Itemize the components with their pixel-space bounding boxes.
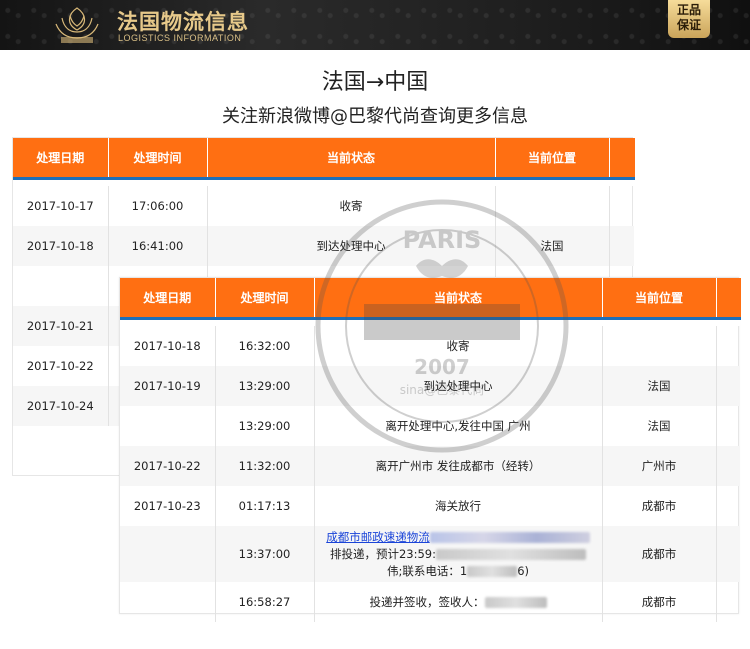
- row-date: 2017-10-24: [13, 386, 109, 426]
- row-status: 到达处理中心: [207, 226, 496, 266]
- col-status-header: 当前状态: [314, 278, 603, 320]
- row-status: 海关放行: [314, 486, 603, 526]
- row-date: 2017-10-21: [13, 306, 109, 346]
- row-location: 成都市: [602, 486, 717, 526]
- redacted-text: [436, 548, 586, 560]
- row-date: 2017-10-18: [13, 226, 109, 266]
- row-time: 13:29:00: [215, 366, 315, 406]
- table-row: 2017-10-18 16:41:00 到达处理中心 法国: [13, 226, 634, 266]
- status-line-2: 排投递，预计23:59:: [329, 546, 436, 561]
- row-time: 16:58:27: [215, 582, 315, 622]
- banner-title: 法国物流信息: [117, 10, 249, 34]
- col-date-header: 处理日期: [120, 278, 216, 320]
- route-heading: 法国→中国: [321, 70, 429, 95]
- redacted-signer: [484, 597, 547, 608]
- row-status: 成都市邮政速递物流 排投递，预计23:59: 伟;联系电话：1 6): [314, 526, 603, 582]
- redacted-phone: [467, 565, 518, 577]
- table-row: 2017-10-22 11:32:00 离开广州市 发往成都市（经转） 广州市: [120, 446, 740, 486]
- banner-pattern: [0, 0, 750, 50]
- row-status: 收寄: [314, 326, 603, 366]
- row-date: 2017-10-22: [120, 446, 216, 486]
- table-header: 处理日期 处理时间 当前状态 当前位置: [13, 138, 635, 180]
- authentic-badge: 正品 保证: [668, 0, 710, 38]
- header-filler: [609, 138, 635, 180]
- row-time: 01:17:13: [215, 486, 315, 526]
- table-row: 2017-10-19 13:29:00 到达处理中心 法国: [120, 366, 740, 406]
- row-time: 16:41:00: [108, 226, 208, 266]
- banner-subtitle: LOGISTICS INFORMATION: [118, 33, 242, 43]
- courier-link[interactable]: 成都市邮政速递物流: [326, 530, 430, 544]
- tracking-table-front: 处理日期 处理时间 当前状态 当前位置 2017-10-18 16:32:00 …: [119, 277, 741, 622]
- status-text: 投递并签收，签收人：: [369, 595, 485, 609]
- row-date: 2017-10-18: [120, 326, 216, 366]
- table-row: 13:29:00 离开处理中心,发往中国 广州 法国: [120, 406, 740, 446]
- row-date: [120, 582, 216, 622]
- col-status-header: 当前状态: [207, 138, 496, 180]
- row-date: 2017-10-17: [13, 186, 109, 226]
- brand-logo-icon: [55, 7, 99, 43]
- row-location: [602, 326, 717, 366]
- row-time: 17:06:00: [108, 186, 208, 226]
- row-location: 成都市: [602, 582, 717, 622]
- row-status: 投递并签收，签收人：: [314, 582, 603, 622]
- row-time: 11:32:00: [215, 446, 315, 486]
- row-date: [120, 526, 216, 582]
- row-time: 16:32:00: [215, 326, 315, 366]
- col-time-header: 处理时间: [108, 138, 208, 180]
- row-status: 收寄: [207, 186, 496, 226]
- table-row: 2017-10-18 16:32:00 收寄: [120, 326, 740, 366]
- row-date: 2017-10-19: [120, 366, 216, 406]
- follow-weibo-text: 关注新浪微博@巴黎代尚查询更多信息: [222, 106, 528, 127]
- table-row: 2017-10-17 17:06:00 收寄: [13, 186, 634, 226]
- row-date: 2017-10-22: [13, 346, 109, 386]
- table-row: 2017-10-23 01:17:13 海关放行 成都市: [120, 486, 740, 526]
- row-location: 成都市: [602, 526, 717, 582]
- row-location: 法国: [495, 226, 610, 266]
- badge-line-1: 正品: [676, 3, 701, 17]
- row-location: 广州市: [602, 446, 717, 486]
- redacted-text: [429, 531, 590, 543]
- row-time: 13:29:00: [215, 406, 315, 446]
- row-location: 法国: [602, 366, 717, 406]
- row-time: 13:37:00: [215, 526, 315, 582]
- badge-line-2: 保证: [676, 18, 701, 32]
- header-banner: 法国物流信息 LOGISTICS INFORMATION 正品 保证: [0, 0, 750, 50]
- table-header: 处理日期 处理时间 当前状态 当前位置: [120, 278, 741, 320]
- row-date: [13, 266, 109, 306]
- col-location-header: 当前位置: [495, 138, 610, 180]
- row-date: [120, 406, 216, 446]
- status-line-3-end: 6): [517, 563, 529, 578]
- table-row: 16:58:27 投递并签收，签收人： 成都市: [120, 582, 740, 622]
- col-time-header: 处理时间: [215, 278, 315, 320]
- row-status: 离开广州市 发往成都市（经转）: [314, 446, 603, 486]
- status-line-3: 伟;联系电话：1: [386, 563, 468, 578]
- header-filler: [716, 278, 741, 320]
- row-location: [495, 186, 610, 226]
- row-status: 离开处理中心,发往中国 广州: [314, 406, 603, 446]
- table-row: 13:37:00 成都市邮政速递物流 排投递，预计23:59: 伟;联系电话：1…: [120, 526, 740, 582]
- col-date-header: 处理日期: [13, 138, 109, 180]
- row-status: 到达处理中心: [314, 366, 603, 406]
- col-location-header: 当前位置: [602, 278, 717, 320]
- row-location: 法国: [602, 406, 717, 446]
- row-date: 2017-10-23: [120, 486, 216, 526]
